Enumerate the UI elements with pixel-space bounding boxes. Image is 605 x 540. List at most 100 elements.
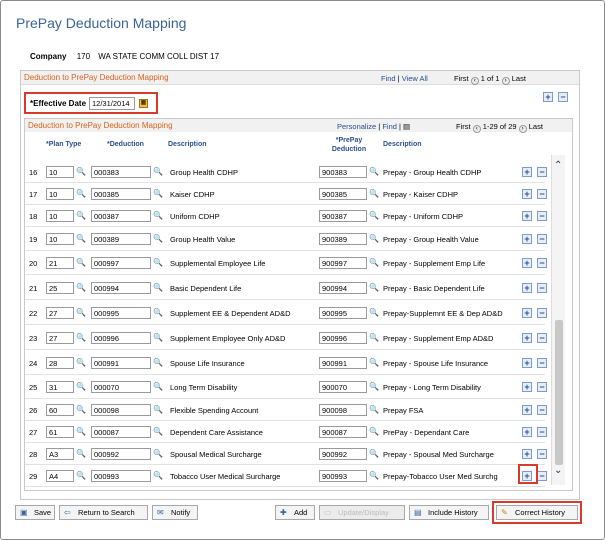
- plan-type-input[interactable]: 31: [46, 381, 74, 393]
- prepay-deduction-input[interactable]: 900389: [319, 233, 367, 245]
- include-history-button[interactable]: ▤ Include History: [409, 505, 489, 520]
- plan-type-input[interactable]: 28: [46, 357, 74, 369]
- deduction-input[interactable]: 000070: [91, 381, 151, 393]
- delete-row-button[interactable]: −: [537, 358, 547, 368]
- plan-type-input[interactable]: 10: [46, 210, 74, 222]
- prepay-lookup-icon[interactable]: 🔍: [369, 427, 379, 436]
- deduction-input[interactable]: 000992: [91, 448, 151, 460]
- plan-type-lookup-icon[interactable]: 🔍: [76, 405, 86, 414]
- plan-type-input[interactable]: 10: [46, 166, 74, 178]
- deduction-lookup-icon[interactable]: 🔍: [153, 167, 163, 176]
- prepay-lookup-icon[interactable]: 🔍: [369, 471, 379, 480]
- add-row-button[interactable]: +: [522, 189, 532, 199]
- plan-type-lookup-icon[interactable]: 🔍: [76, 333, 86, 342]
- deduction-input[interactable]: 000997: [91, 257, 151, 269]
- plan-type-input[interactable]: A3: [46, 448, 74, 460]
- add-row-button[interactable]: +: [522, 308, 532, 318]
- prepay-lookup-icon[interactable]: 🔍: [369, 211, 379, 220]
- prepay-lookup-icon[interactable]: 🔍: [369, 333, 379, 342]
- deduction-lookup-icon[interactable]: 🔍: [153, 189, 163, 198]
- notify-button[interactable]: ✉ Notify: [152, 505, 198, 520]
- outer-delete-row-button[interactable]: −: [558, 92, 568, 102]
- inner-next-icon[interactable]: ›: [518, 125, 527, 133]
- prepay-lookup-icon[interactable]: 🔍: [369, 382, 379, 391]
- delete-row-button[interactable]: −: [537, 211, 547, 221]
- delete-row-button[interactable]: −: [537, 167, 547, 177]
- add-row-button[interactable]: +: [522, 211, 532, 221]
- scroll-thumb[interactable]: [555, 320, 563, 465]
- prepay-deduction-input[interactable]: 900098: [319, 404, 367, 416]
- deduction-lookup-icon[interactable]: 🔍: [153, 234, 163, 243]
- deduction-input[interactable]: 000993: [91, 470, 151, 482]
- deduction-input[interactable]: 000383: [91, 166, 151, 178]
- deduction-lookup-icon[interactable]: 🔍: [153, 283, 163, 292]
- deduction-lookup-icon[interactable]: 🔍: [153, 308, 163, 317]
- plan-type-input[interactable]: 27: [46, 332, 74, 344]
- deduction-input[interactable]: 000996: [91, 332, 151, 344]
- deduction-input[interactable]: 000087: [91, 426, 151, 438]
- delete-row-button[interactable]: −: [537, 308, 547, 318]
- add-row-button[interactable]: +: [522, 382, 532, 392]
- add-row-button[interactable]: +: [522, 449, 532, 459]
- return-to-search-button[interactable]: ⇦ Return to Search: [59, 505, 148, 520]
- deduction-lookup-icon[interactable]: 🔍: [153, 258, 163, 267]
- delete-row-button[interactable]: −: [537, 333, 547, 343]
- plan-type-lookup-icon[interactable]: 🔍: [76, 308, 86, 317]
- delete-row-button[interactable]: −: [537, 283, 547, 293]
- outer-add-row-button[interactable]: +: [543, 92, 553, 102]
- prepay-lookup-icon[interactable]: 🔍: [369, 405, 379, 414]
- plan-type-lookup-icon[interactable]: 🔍: [76, 449, 86, 458]
- view-all-link[interactable]: View All: [402, 74, 428, 83]
- plan-type-lookup-icon[interactable]: 🔍: [76, 189, 86, 198]
- prepay-lookup-icon[interactable]: 🔍: [369, 258, 379, 267]
- plan-type-lookup-icon[interactable]: 🔍: [76, 234, 86, 243]
- plan-type-input[interactable]: 61: [46, 426, 74, 438]
- save-button[interactable]: ▣ Save: [15, 505, 55, 520]
- prepay-deduction-input[interactable]: 900996: [319, 332, 367, 344]
- deduction-lookup-icon[interactable]: 🔍: [153, 471, 163, 480]
- delete-row-button[interactable]: −: [537, 258, 547, 268]
- prepay-deduction-input[interactable]: 900994: [319, 282, 367, 294]
- plan-type-input[interactable]: 10: [46, 188, 74, 200]
- deduction-input[interactable]: 000994: [91, 282, 151, 294]
- scroll-down-icon[interactable]: ⌄: [554, 465, 562, 476]
- deduction-input[interactable]: 000385: [91, 188, 151, 200]
- prepay-deduction-input[interactable]: 900385: [319, 188, 367, 200]
- view-all-icon[interactable]: ▤: [403, 122, 410, 131]
- delete-row-button[interactable]: −: [537, 234, 547, 244]
- inner-prev-icon[interactable]: ‹: [472, 125, 481, 133]
- add-row-button[interactable]: +: [522, 283, 532, 293]
- prev-icon[interactable]: ‹: [470, 77, 479, 85]
- add-row-button[interactable]: +: [522, 358, 532, 368]
- prepay-deduction-input[interactable]: 900993: [319, 470, 367, 482]
- prepay-deduction-input[interactable]: 900991: [319, 357, 367, 369]
- plan-type-input[interactable]: 25: [46, 282, 74, 294]
- next-icon[interactable]: ›: [501, 77, 510, 85]
- delete-row-button[interactable]: −: [537, 382, 547, 392]
- prepay-lookup-icon[interactable]: 🔍: [369, 167, 379, 176]
- deduction-lookup-icon[interactable]: 🔍: [153, 333, 163, 342]
- prepay-deduction-input[interactable]: 900070: [319, 381, 367, 393]
- deduction-lookup-icon[interactable]: 🔍: [153, 449, 163, 458]
- plan-type-lookup-icon[interactable]: 🔍: [76, 211, 86, 220]
- prepay-deduction-input[interactable]: 900997: [319, 257, 367, 269]
- plan-type-input[interactable]: A4: [46, 470, 74, 482]
- deduction-input[interactable]: 000995: [91, 307, 151, 319]
- deduction-input[interactable]: 000098: [91, 404, 151, 416]
- plan-type-lookup-icon[interactable]: 🔍: [76, 358, 86, 367]
- add-row-button[interactable]: +: [522, 405, 532, 415]
- prepay-deduction-input[interactable]: 900087: [319, 426, 367, 438]
- prepay-deduction-input[interactable]: 900995: [319, 307, 367, 319]
- effective-date-input[interactable]: [89, 97, 135, 110]
- plan-type-input[interactable]: 27: [46, 307, 74, 319]
- calendar-icon[interactable]: ▦: [139, 99, 148, 108]
- deduction-input[interactable]: 000991: [91, 357, 151, 369]
- plan-type-lookup-icon[interactable]: 🔍: [76, 258, 86, 267]
- plan-type-input[interactable]: 60: [46, 404, 74, 416]
- prepay-lookup-icon[interactable]: 🔍: [369, 449, 379, 458]
- plan-type-lookup-icon[interactable]: 🔍: [76, 427, 86, 436]
- personalize-link[interactable]: Personalize: [337, 122, 376, 131]
- inner-find-link[interactable]: Find: [382, 122, 397, 131]
- prepay-lookup-icon[interactable]: 🔍: [369, 358, 379, 367]
- prepay-deduction-input[interactable]: 900992: [319, 448, 367, 460]
